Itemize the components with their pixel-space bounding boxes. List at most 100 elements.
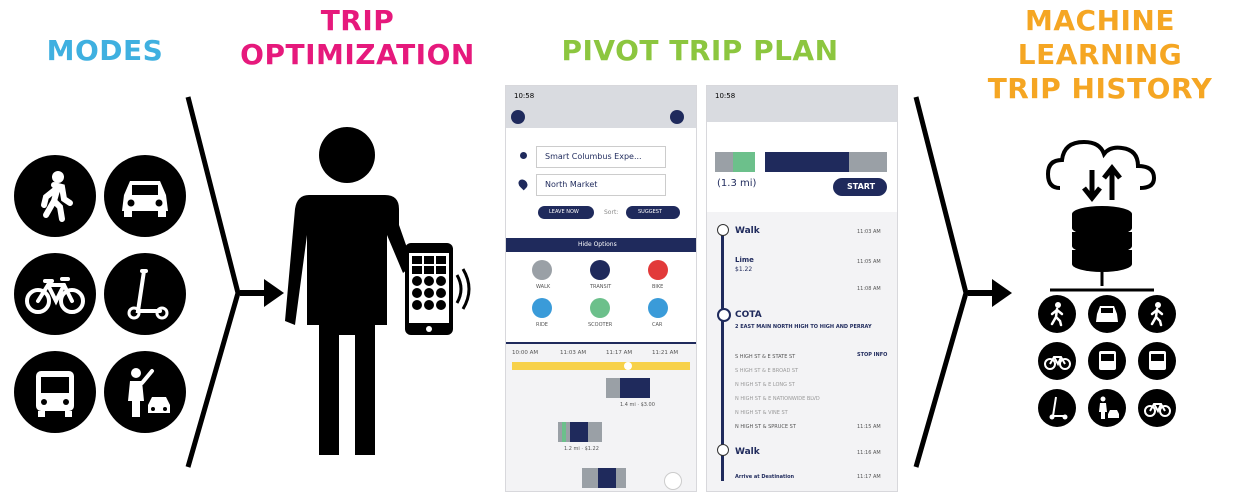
rideshare-icon xyxy=(1099,396,1119,419)
walk-mode-circle xyxy=(14,155,96,237)
stop-6: N HIGH ST & SPRUCE ST xyxy=(735,424,796,430)
menu-button[interactable] xyxy=(511,110,525,124)
stop-3: N HIGH ST & E LONG ST xyxy=(735,382,795,388)
settings-button[interactable] xyxy=(670,110,684,124)
current-time-bar xyxy=(512,362,690,370)
chevron-arrow-2 xyxy=(913,96,1012,468)
trip-distance: (1.3 mi) xyxy=(717,178,757,189)
ml-walk-circle-1 xyxy=(1038,295,1076,333)
trip-b-scooter-segment xyxy=(562,422,566,442)
bike-option-button[interactable] xyxy=(648,260,668,280)
stop-1: S HIGH ST & E STATE ST xyxy=(735,354,796,360)
cloud-sync-icon xyxy=(1045,139,1157,190)
mode-label-transit: TRANSIT xyxy=(590,284,612,290)
ml-bike-circle-2 xyxy=(1138,389,1176,427)
sort-suggest-button[interactable]: SUGGEST xyxy=(626,206,680,219)
status-time: 10:58 xyxy=(715,92,736,100)
sort-label: Sort: xyxy=(604,209,619,216)
ml-car-circle xyxy=(1088,295,1126,333)
bike-icon xyxy=(25,277,85,314)
origin-text: Smart Columbus Expe... xyxy=(545,152,642,161)
refresh-button[interactable] xyxy=(664,472,682,490)
step-time-3: 11:08 AM xyxy=(857,286,881,292)
destination-text: North Market xyxy=(545,180,598,189)
bike-icon xyxy=(1044,356,1071,370)
ride-option-button[interactable] xyxy=(532,298,552,318)
ml-scooter-circle xyxy=(1038,389,1076,427)
scooter-icon xyxy=(1049,396,1068,420)
origin-input[interactable]: Smart Columbus Expe... xyxy=(536,146,666,168)
pivot-trip-plan-heading: PIVOT TRIP PLAN xyxy=(561,34,839,67)
leave-now-button[interactable]: LEAVE NOW xyxy=(538,206,594,219)
route-line xyxy=(721,226,724,481)
car-option-button[interactable] xyxy=(648,298,668,318)
mode-label-walk: WALK xyxy=(536,284,551,290)
scooter-option-button[interactable] xyxy=(590,298,610,318)
destination-input[interactable]: North Market xyxy=(536,174,666,196)
car-icon xyxy=(122,181,168,217)
transit-option-button[interactable] xyxy=(590,260,610,280)
sort-suggest-label: SUGGEST xyxy=(638,209,662,215)
car-icon xyxy=(1096,306,1118,322)
hide-options-bar[interactable]: Hide Options xyxy=(506,238,696,252)
map-background xyxy=(506,86,696,128)
chevron-arrow-1 xyxy=(185,96,284,468)
bus-mode-circle xyxy=(14,351,96,433)
step-arrive: Arrive at Destination xyxy=(735,474,795,480)
trip-a-summary: 1.4 mi · $3.00 xyxy=(620,402,655,408)
ml-bike-circle-1 xyxy=(1038,342,1076,380)
trip-details-phone: 10:58 (1.3 mi) START Walk 11:03 AM Lime … xyxy=(706,85,898,492)
stop-2: S HIGH ST & E BROAD ST xyxy=(735,368,799,374)
person-with-phone-icon xyxy=(285,127,471,455)
trip-planner-phone: 10:58 Smart Columbus Expe... North Marke… xyxy=(505,85,697,492)
time-label-3: 11:17 AM xyxy=(606,350,633,356)
trip-b-transit-segment xyxy=(570,422,588,442)
bus-icon xyxy=(1149,351,1166,370)
car-mode-circle xyxy=(104,155,186,237)
start-button[interactable]: START xyxy=(833,178,887,196)
hide-options-label: Hide Options xyxy=(578,241,617,248)
step-time-4: 11:15 AM xyxy=(857,424,881,430)
bus-step-icon xyxy=(717,308,731,322)
walk-icon xyxy=(41,171,73,222)
trip-c-transit-segment xyxy=(598,468,616,488)
transit-segment xyxy=(765,152,887,172)
trip-optimization-line-1: TRIP xyxy=(320,4,395,37)
stop-4: N HIGH ST & E NATIONWIDE BLVD xyxy=(735,396,820,402)
final-walk-segment xyxy=(849,152,887,172)
time-label-4: 11:21 AM xyxy=(652,350,679,356)
machine-learning-heading: MACHINE LEARNING TRIP HISTORY xyxy=(940,4,1260,106)
step-cota: COTA xyxy=(735,310,762,320)
trip-option-b[interactable] xyxy=(558,422,602,442)
scooter-icon xyxy=(127,269,169,320)
step-lime: Lime xyxy=(735,256,754,264)
rideshare-mode-circle xyxy=(104,351,186,433)
walk-option-button[interactable] xyxy=(532,260,552,280)
walk-icon xyxy=(1050,302,1064,327)
walk-step-icon-2 xyxy=(717,444,729,456)
trip-a-walk-segment xyxy=(606,378,620,398)
walk-segment xyxy=(715,152,733,172)
time-label-2: 11:03 AM xyxy=(560,350,587,356)
origin-dot-icon xyxy=(520,152,527,159)
trip-optimization-line-2: OPTIMIZATION xyxy=(240,38,475,71)
ml-rideshare-circle xyxy=(1088,389,1126,427)
mode-label-car: CAR xyxy=(652,322,663,328)
scooter-mode-circle xyxy=(104,253,186,335)
trip-option-a[interactable] xyxy=(606,378,650,398)
machine-learning-line-1: MACHINE LEARNING xyxy=(1017,4,1183,71)
leave-now-label: LEAVE NOW xyxy=(549,209,579,215)
stop-5: N HIGH ST & VINE ST xyxy=(735,410,788,416)
step-cota-route: 2 EAST MAIN NORTH HIGH TO HIGH AND PERRA… xyxy=(735,324,872,330)
trip-option-c[interactable] xyxy=(582,468,626,488)
mode-label-scooter: SCOOTER xyxy=(588,322,613,328)
status-time: 10:58 xyxy=(514,92,535,100)
trip-b-summary: 1.2 mi · $1.22 xyxy=(564,446,599,452)
ml-bus-circle-2 xyxy=(1138,342,1176,380)
ml-walk-circle-2 xyxy=(1138,295,1176,333)
stop-info-link[interactable]: STOP INFO xyxy=(857,352,887,358)
cloud-database-icon xyxy=(1045,139,1157,292)
step-walk-1: Walk xyxy=(735,226,760,236)
time-label-1: 10:00 AM xyxy=(512,350,539,356)
step-time-1: 11:03 AM xyxy=(857,229,881,235)
